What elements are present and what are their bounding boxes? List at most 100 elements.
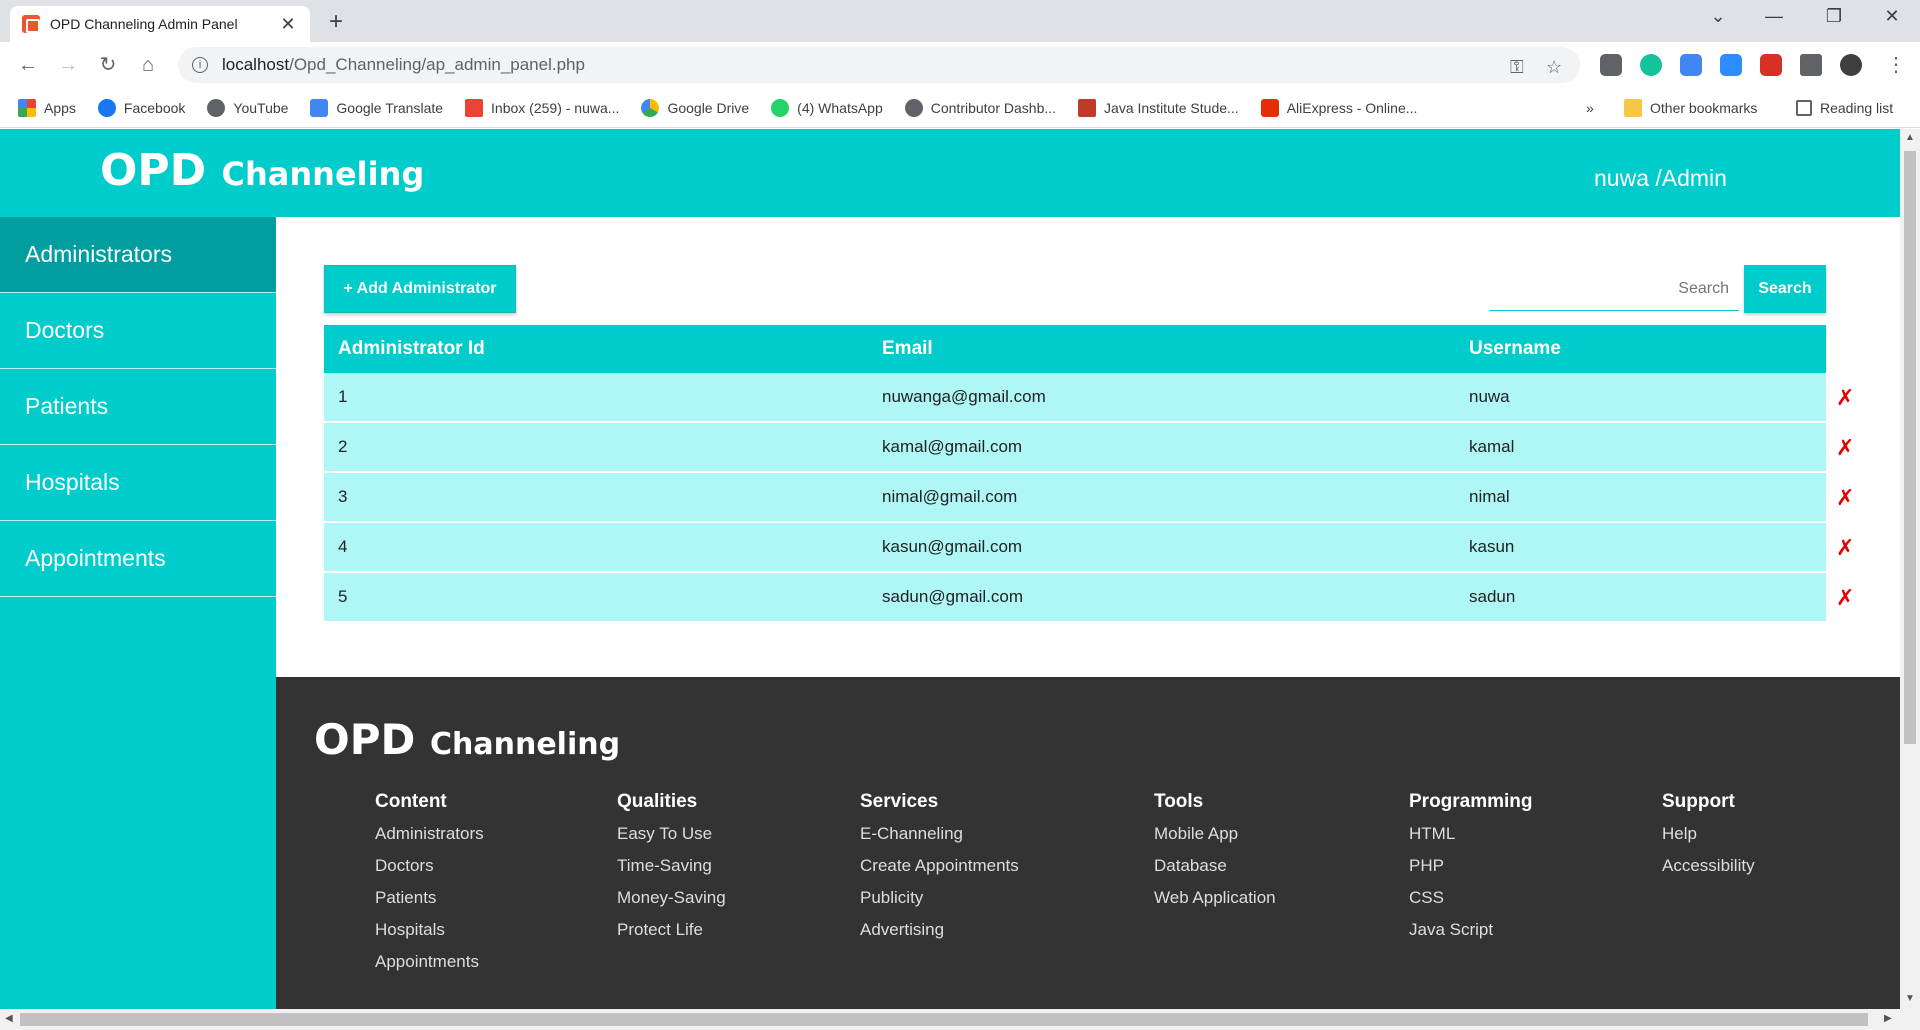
footer-link[interactable]: Money-Saving xyxy=(617,888,726,908)
extensions-puzzle-icon[interactable] xyxy=(1800,54,1822,76)
sidebar-item-administrators[interactable]: Administrators xyxy=(0,217,276,293)
sidebar-item-doctors[interactable]: Doctors xyxy=(0,293,276,369)
close-tab-icon[interactable]: ✕ xyxy=(278,14,298,35)
vertical-scrollbar-thumb[interactable] xyxy=(1904,151,1916,744)
footer-link[interactable]: Database xyxy=(1154,856,1276,876)
bookmark-label: Google Translate xyxy=(336,99,444,116)
search-button[interactable]: Search xyxy=(1744,265,1826,313)
zoom-extension-icon[interactable] xyxy=(1720,54,1742,76)
scroll-down-icon[interactable]: ▼ xyxy=(1905,993,1915,1004)
add-administrator-button[interactable]: + Add Administrator xyxy=(324,265,516,313)
reload-icon[interactable]: ↻ xyxy=(94,51,122,79)
bookmark-youtube[interactable]: YouTube xyxy=(207,98,288,117)
pdf-extension-icon[interactable] xyxy=(1760,54,1782,76)
grammarly-extension-icon[interactable] xyxy=(1640,54,1662,76)
globe-icon xyxy=(207,98,226,117)
brand-main: OPD xyxy=(100,145,207,196)
bookmark-aliexpress[interactable]: AliExpress - Online... xyxy=(1260,98,1417,117)
delete-icon[interactable]: ✗ xyxy=(1836,573,1854,623)
footer-link[interactable]: Create Appointments xyxy=(860,856,1019,876)
footer-link[interactable]: Administrators xyxy=(375,824,484,844)
bookmark-java-institute[interactable]: Java Institute Stude... xyxy=(1078,98,1239,117)
bookmark-google-translate[interactable]: Google Translate xyxy=(310,98,444,117)
cell-email: nuwanga@gmail.com xyxy=(882,387,1046,406)
cell-email: nimal@gmail.com xyxy=(882,487,1018,506)
footer-link[interactable]: Java Script xyxy=(1409,920,1533,940)
sidebar-item-appointments[interactable]: Appointments xyxy=(0,521,276,597)
site-favicon-icon xyxy=(22,15,40,33)
footer-link[interactable]: Mobile App xyxy=(1154,824,1276,844)
delete-icon[interactable]: ✗ xyxy=(1836,523,1854,573)
footer-link[interactable]: Help xyxy=(1662,824,1755,844)
address-bar[interactable]: i localhost/Opd_Channeling/ap_admin_pane… xyxy=(178,47,1580,83)
footer-link[interactable]: Patients xyxy=(375,888,484,908)
main-content: + Add Administrator Search Administrator… xyxy=(276,217,1900,677)
delete-icon[interactable]: ✗ xyxy=(1836,473,1854,523)
other-bookmarks[interactable]: Other bookmarks xyxy=(1624,88,1757,128)
site-header: OPD Channeling nuwa /Admin xyxy=(0,129,1900,217)
key-icon[interactable]: ⚿ xyxy=(1510,57,1524,78)
bookmark-google-drive[interactable]: Google Drive xyxy=(641,98,749,117)
tab-search-chevron-icon[interactable]: ⌄ xyxy=(1698,6,1738,27)
footer-link[interactable]: Advertising xyxy=(860,920,1019,940)
footer-link[interactable]: E-Channeling xyxy=(860,824,1019,844)
table-row: 2 kamal@gmail.com kamal ✗ xyxy=(324,423,1854,473)
maximize-icon[interactable]: ❐ xyxy=(1814,6,1854,27)
translate-extension-icon[interactable] xyxy=(1680,54,1702,76)
footer-link[interactable]: HTML xyxy=(1409,824,1533,844)
footer-link[interactable]: Time-Saving xyxy=(617,856,726,876)
footer-link[interactable]: Accessibility xyxy=(1662,856,1755,876)
footer-link[interactable]: Hospitals xyxy=(375,920,484,940)
browser-menu-icon[interactable]: ⋮ xyxy=(1882,51,1910,79)
home-icon[interactable]: ⌂ xyxy=(134,51,162,79)
vertical-scrollbar[interactable]: ▲ ▼ xyxy=(1900,129,1920,1009)
column-header-username: Username xyxy=(1469,338,1561,359)
footer-column-title: Programming xyxy=(1409,791,1533,812)
url-path: /Opd_Channeling/ap_admin_panel.php xyxy=(289,55,585,74)
footer-column-programming: Programming HTML PHP CSS Java Script xyxy=(1409,791,1533,952)
bookmark-apps[interactable]: Apps xyxy=(18,98,76,117)
delete-icon[interactable]: ✗ xyxy=(1836,423,1854,473)
footer-link[interactable]: Protect Life xyxy=(617,920,726,940)
footer-link[interactable]: Web Application xyxy=(1154,888,1276,908)
site-info-icon[interactable]: i xyxy=(192,57,208,73)
footer-link[interactable]: PHP xyxy=(1409,856,1533,876)
footer-link[interactable]: CSS xyxy=(1409,888,1533,908)
horizontal-scrollbar[interactable]: ◀ ▶ xyxy=(0,1009,1920,1030)
table-header: Administrator Id Email Username xyxy=(324,325,1826,373)
footer-link[interactable]: Appointments xyxy=(375,952,484,972)
cell-id: 1 xyxy=(338,387,348,406)
horizontal-scrollbar-thumb[interactable] xyxy=(20,1013,1868,1026)
reading-list[interactable]: Reading list xyxy=(1796,88,1893,128)
media-extension-icon[interactable] xyxy=(1600,54,1622,76)
bookmark-facebook[interactable]: Facebook xyxy=(97,98,185,117)
sidebar-item-hospitals[interactable]: Hospitals xyxy=(0,445,276,521)
scroll-left-icon[interactable]: ◀ xyxy=(5,1013,13,1024)
footer-link[interactable]: Publicity xyxy=(860,888,1019,908)
bookmark-whatsapp[interactable]: (4) WhatsApp xyxy=(771,98,883,117)
scroll-right-icon[interactable]: ▶ xyxy=(1884,1013,1892,1024)
profile-avatar[interactable] xyxy=(1840,54,1862,76)
search-input[interactable] xyxy=(1489,267,1739,311)
sidebar-item-patients[interactable]: Patients xyxy=(0,369,276,445)
forward-icon[interactable]: → xyxy=(54,51,82,79)
footer-link[interactable]: Doctors xyxy=(375,856,484,876)
window-close-icon[interactable]: ✕ xyxy=(1872,6,1912,27)
browser-toolbar: ← → ↻ ⌂ i localhost/Opd_Channeling/ap_ad… xyxy=(0,42,1920,88)
whatsapp-icon xyxy=(771,98,790,117)
footer-column-support: Support Help Accessibility xyxy=(1662,791,1755,888)
scroll-up-icon[interactable]: ▲ xyxy=(1905,132,1915,143)
footer-link[interactable]: Easy To Use xyxy=(617,824,726,844)
browser-tab-active[interactable]: OPD Channeling Admin Panel ✕ xyxy=(10,6,310,42)
footer-column-qualities: Qualities Easy To Use Time-Saving Money-… xyxy=(617,791,726,952)
delete-icon[interactable]: ✗ xyxy=(1836,373,1854,423)
bookmark-star-icon[interactable]: ☆ xyxy=(1546,57,1562,78)
bookmark-label: Apps xyxy=(44,99,76,116)
back-icon[interactable]: ← xyxy=(14,51,42,79)
bookmark-contributor-dashboard[interactable]: Contributor Dashb... xyxy=(904,98,1056,117)
new-tab-icon[interactable]: + xyxy=(322,8,350,36)
minimize-icon[interactable]: — xyxy=(1754,6,1794,27)
bookmark-inbox[interactable]: Inbox (259) - nuwa... xyxy=(465,98,619,117)
column-header-id: Administrator Id xyxy=(338,338,485,359)
bookmarks-overflow-icon[interactable]: » xyxy=(1586,88,1594,128)
